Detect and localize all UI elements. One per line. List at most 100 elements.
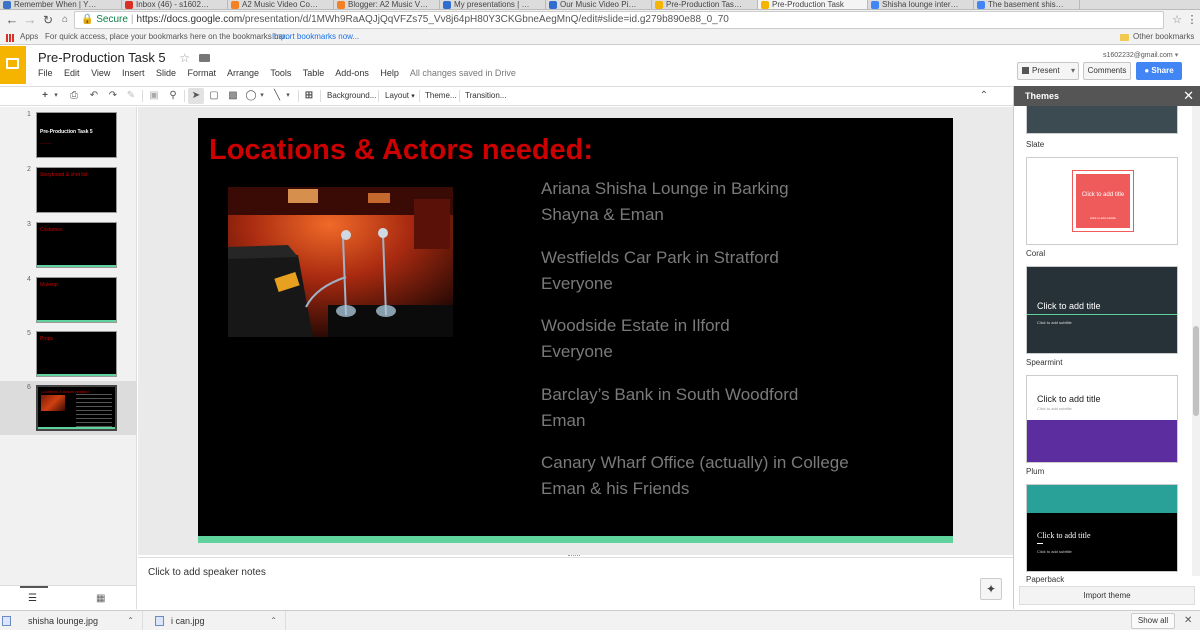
forward-arrow-icon[interactable]: → — [22, 12, 38, 28]
other-bookmarks[interactable]: Other bookmarks — [1133, 30, 1194, 44]
print-icon[interactable]: ⎙ — [66, 88, 82, 104]
import-bookmarks-link[interactable]: Import bookmarks now... — [272, 30, 359, 44]
menu-edit[interactable]: Edit — [64, 68, 80, 78]
location-item[interactable]: Canary Wharf Office (actually) in Colleg… — [541, 450, 849, 502]
reload-icon[interactable]: ↻ — [40, 12, 56, 28]
location-actors: Eman & his Friends — [541, 479, 690, 498]
grid-view-icon[interactable]: ▦ — [96, 593, 105, 604]
redo-icon[interactable]: ↷ — [105, 88, 121, 104]
download-item[interactable]: shisha lounge.jpg ⌃ — [0, 611, 143, 630]
zoom-icon[interactable]: ⚲ — [166, 88, 180, 104]
theme-plum[interactable]: Click to add title Click to add subtitle — [1026, 375, 1178, 463]
browser-tab[interactable]: My presentations | … — [440, 0, 546, 9]
chevron-up-icon[interactable]: ⌃ — [127, 611, 134, 630]
chevron-down-icon[interactable]: ▾ — [284, 88, 292, 104]
menu-file[interactable]: File — [38, 68, 53, 78]
location-item[interactable]: Ariana Shisha Lounge in Barking Shayna & … — [541, 176, 789, 228]
location-item[interactable]: Woodside Estate in Ilford Everyone — [541, 313, 730, 365]
slide-thumbnail-2[interactable]: Storyboard & shot list — [36, 167, 117, 213]
slides-logo-icon[interactable] — [0, 46, 26, 84]
notes-resize-handle[interactable] — [568, 555, 580, 558]
menu-insert[interactable]: Insert — [122, 68, 145, 78]
show-all-downloads-button[interactable]: Show all — [1131, 613, 1175, 629]
share-button[interactable]: ● Share — [1136, 62, 1182, 80]
collapse-chevron-up-icon[interactable]: ⌃ — [977, 88, 991, 104]
menu-arrange[interactable]: Arrange — [227, 68, 259, 78]
select-cursor-icon[interactable]: ➤ — [188, 88, 204, 104]
url-input[interactable]: 🔒 Secure | https://docs.google.com/present… — [74, 11, 1164, 29]
paint-format-icon[interactable]: ✎ — [124, 88, 138, 104]
browser-tab[interactable]: A2 Music Video Co… — [228, 0, 334, 9]
apps-grid-icon[interactable] — [6, 34, 14, 42]
slide-canvas[interactable]: Locations & Actors needed: Ariana Shisha… — [198, 118, 953, 543]
chevron-down-icon[interactable]: ▾ — [52, 88, 60, 104]
browser-tab[interactable]: Remember When | Y… — [0, 0, 122, 9]
import-theme-button[interactable]: Import theme — [1019, 586, 1195, 605]
fit-zoom-icon[interactable]: ▣ — [147, 88, 161, 104]
browser-menu-icon[interactable]: ⋮ — [1184, 12, 1200, 28]
browser-tab-active[interactable]: Pre-Production Task — [758, 0, 868, 9]
browser-tab[interactable]: Blogger: A2 Music V… — [334, 0, 440, 9]
comments-button[interactable]: Comments — [1083, 62, 1131, 80]
back-arrow-icon[interactable]: ← — [4, 12, 20, 28]
document-title[interactable]: Pre-Production Task 5 ☆ — [38, 50, 210, 65]
menu-tools[interactable]: Tools — [270, 68, 291, 78]
apps-link[interactable]: Apps — [20, 30, 38, 44]
home-icon[interactable]: ⌂ — [57, 12, 73, 28]
background-button[interactable]: Background... — [327, 88, 376, 104]
list-view-icon[interactable]: ☰ — [28, 593, 37, 604]
themes-scrollbar-thumb[interactable] — [1193, 326, 1199, 416]
slide-thumbnail-3[interactable]: Costumes — [36, 222, 117, 268]
slide-accent-bar — [198, 536, 953, 543]
menu-addons[interactable]: Add-ons — [335, 68, 369, 78]
new-slide-plus-icon[interactable]: + — [38, 88, 52, 104]
slide-thumbnail-6[interactable]: Locations & Actors needed: — [36, 385, 117, 431]
chevron-down-icon[interactable]: ▾ — [1071, 63, 1075, 79]
image-icon[interactable]: ▩ — [226, 88, 240, 104]
theme-coral[interactable]: Click to add title Click to add subtitle — [1026, 157, 1178, 245]
browser-tab[interactable]: Inbox (46) - s1602… — [122, 0, 228, 9]
speaker-notes-panel[interactable]: Click to add speaker notes ✦ — [138, 555, 1013, 609]
download-item[interactable]: i can.jpg ⌃ — [143, 611, 286, 630]
menu-view[interactable]: View — [91, 68, 110, 78]
theme-button[interactable]: Theme... — [425, 88, 457, 104]
transition-button[interactable]: Transition... — [465, 88, 507, 104]
account-email[interactable]: s1602232@gmail.com ▾ — [1103, 51, 1178, 59]
undo-icon[interactable]: ↶ — [86, 88, 102, 104]
slide-thumbnail-4[interactable]: Makeup — [36, 277, 117, 323]
location-item[interactable]: Barclay’s Bank in South Woodford Eman — [541, 382, 798, 434]
present-button[interactable]: Present ▾ — [1017, 62, 1079, 80]
browser-tab[interactable]: The basement shis… — [974, 0, 1080, 9]
close-icon[interactable]: ✕ — [1183, 86, 1194, 106]
shisha-lounge-photo[interactable] — [228, 187, 453, 337]
chevron-down-icon[interactable]: ▾ — [258, 88, 266, 104]
location-item[interactable]: Westfields Car Park in Stratford Everyone — [541, 245, 779, 297]
close-icon[interactable]: ✕ — [1184, 611, 1192, 630]
browser-tab[interactable]: Our Music Video Pi… — [546, 0, 652, 9]
line-icon[interactable]: ╲ — [270, 88, 284, 104]
menu-format[interactable]: Format — [188, 68, 217, 78]
menu-table[interactable]: Table — [303, 68, 325, 78]
secure-label: Secure — [96, 14, 128, 25]
shape-icon[interactable]: ◯ — [244, 88, 258, 104]
layout-button[interactable]: Layout ▾ — [385, 88, 415, 104]
theme-paperback[interactable]: Click to add title Click to add subtitle — [1026, 484, 1178, 572]
theme-spearmint[interactable]: Click to add title Click to add subtitle — [1026, 266, 1178, 354]
star-icon[interactable]: ☆ — [179, 51, 190, 65]
speaker-notes-placeholder[interactable]: Click to add speaker notes — [148, 567, 266, 578]
slide-title[interactable]: Locations & Actors needed: — [209, 134, 593, 167]
slide-thumbnail-5[interactable]: Props — [36, 331, 117, 377]
address-bar-row: ← → ↻ ⌂ 🔒 Secure | https://docs.google.com… — [0, 10, 1200, 30]
insert-comment-plus-icon[interactable]: ⊞ — [302, 88, 316, 104]
star-bookmark-icon[interactable]: ☆ — [1169, 12, 1185, 28]
browser-tab[interactable]: Shisha lounge inter… — [868, 0, 974, 9]
folder-icon[interactable] — [198, 54, 210, 62]
theme-slate[interactable] — [1026, 106, 1178, 134]
chevron-up-icon[interactable]: ⌃ — [270, 611, 277, 630]
menu-slide[interactable]: Slide — [156, 68, 176, 78]
menu-help[interactable]: Help — [380, 68, 399, 78]
slide-thumbnail-1[interactable]: Pre-Production Task 5 ——— — [36, 112, 117, 158]
text-box-icon[interactable]: ▢ — [207, 88, 221, 104]
browser-tab[interactable]: Pre-Production Tas… — [652, 0, 758, 9]
explore-icon[interactable]: ✦ — [980, 578, 1002, 600]
